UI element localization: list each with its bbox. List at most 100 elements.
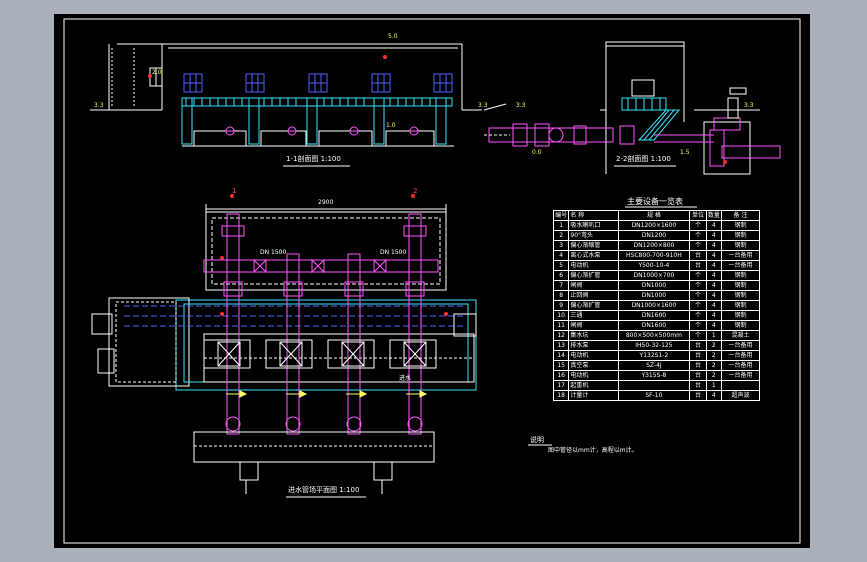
flow-note: 进水 xyxy=(399,375,412,382)
table-row: 16 电动机 Y315S-8 台 2 一台备用 xyxy=(552,370,760,381)
table-cell: 超声波 xyxy=(721,390,760,401)
table-cell: 排水泵 xyxy=(568,340,619,351)
elev-label: 3.3 xyxy=(744,102,754,109)
table-row: 17 起重机 台 1 xyxy=(552,380,760,391)
notes-text: 图中管径以mm计，高程以m计。 xyxy=(548,447,638,454)
equipment-table: 编号 名 称 规 格 单位 数量 备 注 1 吸水喇叭口 DN1200×1600 个 4… xyxy=(552,210,760,401)
table-cell: Y315S-8 xyxy=(617,370,691,381)
table-cell: 16 xyxy=(552,370,570,381)
table-header-row: 编号 名 称 规 格 单位 数量 备 注 xyxy=(552,210,760,221)
table-cell: 4 xyxy=(705,230,723,241)
table-cell: 离心式水泵 xyxy=(568,250,619,261)
table-cell: 钢制 xyxy=(721,290,760,301)
table-cell xyxy=(721,380,760,391)
table-cell: 800×500×500mm xyxy=(617,330,691,341)
table-cell: 9 xyxy=(552,300,570,311)
table-cell: 15 xyxy=(552,360,570,371)
table-cell: 电动机 xyxy=(568,370,619,381)
elev-label: 3.3 xyxy=(478,102,488,109)
table-cell: 止回阀 xyxy=(568,290,619,301)
table-cell: 台 xyxy=(689,340,707,351)
table-cell: 偏心渐扩管 xyxy=(568,300,619,311)
table-cell: 电动机 xyxy=(568,350,619,361)
cad-viewport[interactable]: 1-1剖面图 1:100 2-2剖面图 1:100 进水管场平面图 1:100 … xyxy=(54,14,810,548)
table-cell: 4 xyxy=(705,260,723,271)
table-cell: 1 xyxy=(705,330,723,341)
table-cell: 18 xyxy=(552,390,570,401)
table-cell: 台 xyxy=(689,360,707,371)
table-cell: 偏心渐扩管 xyxy=(568,270,619,281)
table-row: 9 偏心渐扩管 DN1000×1600 个 4 钢制 xyxy=(552,300,760,311)
table-row: 3 偏心渐缩管 DN1200×800 个 4 钢制 xyxy=(552,240,760,251)
table-cell: 一台备用 xyxy=(721,340,760,351)
table-row: 1 吸水喇叭口 DN1200×1600 个 4 钢制 xyxy=(552,220,760,231)
section-2-title: 2-2剖面图 1:100 xyxy=(616,155,671,163)
table-cell: 个 xyxy=(689,280,707,291)
table-cell: 钢制 xyxy=(721,230,760,241)
table-title: 主要设备一览表 xyxy=(627,197,683,206)
table-row: 4 离心式水泵 HSC800-700-910H 台 4 一台备用 xyxy=(552,250,760,261)
table-cell: 2 xyxy=(705,370,723,381)
table-cell: 7 xyxy=(552,280,570,291)
table-cell: 集水坑 xyxy=(568,330,619,341)
notes-heading: 说明 xyxy=(530,436,544,444)
plan-width-dim: 2900 xyxy=(318,199,334,206)
header-cell: 单位 xyxy=(689,210,707,221)
table-cell: 2 xyxy=(552,230,570,241)
table-cell: 闸阀 xyxy=(568,320,619,331)
table-cell: 一台备用 xyxy=(721,370,760,381)
table-cell: 6 xyxy=(552,270,570,281)
section-mark: 1 xyxy=(232,187,237,195)
table-cell: 个 xyxy=(689,230,707,241)
table-cell: Y132S1-2 xyxy=(617,350,691,361)
table-cell xyxy=(617,380,691,391)
table-cell: DN1200×1600 xyxy=(617,220,691,231)
table-cell: 一台备用 xyxy=(721,250,760,261)
table-cell: 钢制 xyxy=(721,300,760,311)
table-row: 13 排水泵 IH50-32-125 台 2 一台备用 xyxy=(552,340,760,351)
table-cell: 偏心渐缩管 xyxy=(568,240,619,251)
table-cell: SF-10 xyxy=(617,390,691,401)
table-cell: IH50-32-125 xyxy=(617,340,691,351)
table-cell: 钢制 xyxy=(721,240,760,251)
table-cell: 闸阀 xyxy=(568,280,619,291)
table-cell: DN1200 xyxy=(617,230,691,241)
table-cell: DN1200×800 xyxy=(617,240,691,251)
header-cell: 规 格 xyxy=(617,210,691,221)
table-cell: 计量计 xyxy=(568,390,619,401)
table-cell: 4 xyxy=(705,280,723,291)
elev-label: 1.5 xyxy=(680,149,690,156)
table-cell: 个 xyxy=(689,290,707,301)
section-1-title: 1-1剖面图 1:100 xyxy=(286,155,341,163)
table-cell: 钢制 xyxy=(721,310,760,321)
elev-label: 5.0 xyxy=(388,33,398,40)
table-cell: 8 xyxy=(552,290,570,301)
table-cell: HSC800-700-910H xyxy=(617,250,691,261)
table-cell: 三通 xyxy=(568,310,619,321)
table-cell: 起重机 xyxy=(568,380,619,391)
table-cell: 17 xyxy=(552,380,570,391)
table-cell: 一台备用 xyxy=(721,350,760,361)
table-cell: 台 xyxy=(689,260,707,271)
table-cell: 个 xyxy=(689,310,707,321)
table-row: 12 集水坑 800×500×500mm 个 1 混凝土 xyxy=(552,330,760,341)
table-cell: 1 xyxy=(552,220,570,231)
table-cell: 台 xyxy=(689,390,707,401)
table-cell: 4 xyxy=(705,310,723,321)
table-cell: 3 xyxy=(552,240,570,251)
table-cell: 一台备用 xyxy=(721,360,760,371)
table-cell: 12 xyxy=(552,330,570,341)
table-cell: DN1600 xyxy=(617,310,691,321)
table-cell: Y500-10-4 xyxy=(617,260,691,271)
table-cell: 4 xyxy=(552,250,570,261)
table-row: 14 电动机 Y132S1-2 台 2 一台备用 xyxy=(552,350,760,361)
table-row: 7 闸阀 DN1000 个 4 钢制 xyxy=(552,280,760,291)
table-cell: 钢制 xyxy=(721,270,760,281)
table-cell: 台 xyxy=(689,370,707,381)
table-cell: 1 xyxy=(705,380,723,391)
elev-label: 1.0 xyxy=(386,122,396,129)
table-cell: 个 xyxy=(689,240,707,251)
pipe-dn-label: DN 1500 xyxy=(260,249,287,256)
table-cell: 4 xyxy=(705,300,723,311)
table-cell: DN1600 xyxy=(617,320,691,331)
